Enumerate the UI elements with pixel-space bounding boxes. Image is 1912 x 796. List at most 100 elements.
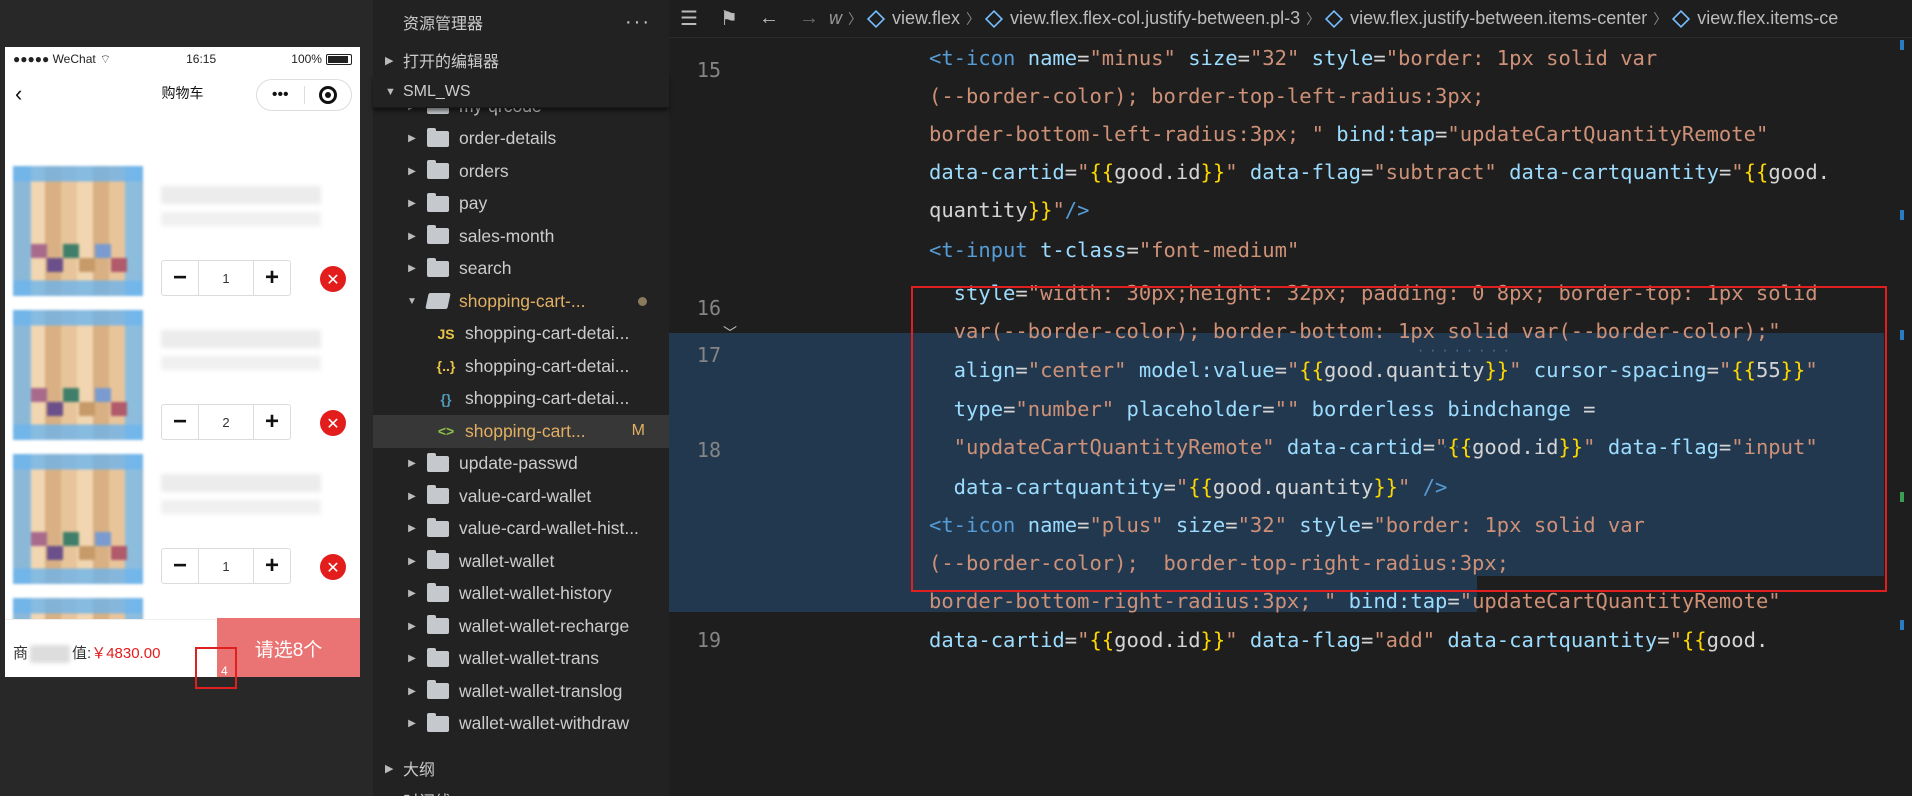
product-image[interactable] (13, 454, 143, 584)
section-label: SML_WS (403, 82, 471, 100)
code-editor: ☰ ⚑ ← → w 〉 view.flex 〉 view.flex.flex-c… (669, 0, 1912, 796)
code-line: border-bottom-left-radius:3px; " bind:ta… (929, 115, 1768, 153)
tree-item-label: orders (459, 160, 509, 181)
forward-arrow-icon[interactable]: → (789, 7, 829, 30)
code-token: "32" (1249, 46, 1300, 70)
tree-folder-item[interactable]: ▶ value-card-wallet (373, 480, 669, 513)
code-token: good.id (1114, 628, 1201, 652)
code-token: border-bottom-right-radius:3px; " (929, 589, 1337, 613)
folder-icon (427, 127, 449, 147)
file-tree: ▶ my-qrcode ▶ order-details ▶ orders ▶ pay ▶ sale… (373, 108, 669, 738)
product-image[interactable] (13, 166, 143, 296)
delete-item-button[interactable]: ✕ (320, 410, 346, 436)
code-line: data-cartid="{{good.id}}" data-flag="sub… (929, 153, 1830, 191)
tree-folder-item[interactable]: ▶ order-details (373, 123, 669, 156)
code-area[interactable]: ········ ········ 15 16 17 18 19 ﹀ <t-ic… (669, 38, 1912, 796)
breadcrumb-item[interactable]: view.flex.justify-between.items-center (1325, 8, 1647, 29)
breadcrumb: ☰ ⚑ ← → w 〉 view.flex 〉 view.flex.flex-c… (669, 0, 1912, 38)
delete-item-button[interactable]: ✕ (320, 554, 346, 580)
quantity-input[interactable]: 1 (198, 549, 254, 583)
breadcrumb-item[interactable]: view.flex (866, 8, 960, 29)
code-token: type (929, 397, 1004, 421)
tree-file-item[interactable]: {..} shopping-cart-detai... (373, 350, 669, 383)
status-carrier: ●●●●● WeChat (13, 52, 96, 66)
outline-section[interactable]: ▶ 大纲 (373, 752, 669, 784)
tree-folder-item[interactable]: ▶ search (373, 253, 669, 286)
workspace-section[interactable]: ▼ SML_WS (373, 76, 669, 108)
tree-folder-item[interactable]: ▶ wallet-wallet (373, 545, 669, 578)
product-image[interactable] (13, 310, 143, 440)
code-token: {{ (1089, 628, 1115, 652)
tree-folder-item[interactable]: ▶ wallet-wallet-trans (373, 643, 669, 676)
total-label: 商 值:￥4830.00 (13, 642, 160, 664)
chevron-right-icon: ▶ (408, 555, 416, 567)
tree-folder-item[interactable]: ▶ update-passwd (373, 448, 669, 481)
list-icon[interactable]: ☰ (669, 6, 709, 31)
tree-file-item[interactable]: JS shopping-cart-detai... (373, 318, 669, 351)
tree-folder-item[interactable]: ▶ wallet-wallet-withdraw (373, 708, 669, 739)
tree-file-item[interactable]: {} shopping-cart-detai... (373, 383, 669, 416)
cart-item: −1 + ✕ (5, 164, 360, 308)
back-arrow-icon[interactable]: ← (749, 7, 789, 30)
code-token: = (1706, 358, 1719, 382)
style-file-icon: {} (440, 390, 452, 407)
back-icon[interactable]: ‹ (15, 81, 22, 107)
chevron-right-icon: ▶ (408, 588, 416, 600)
quantity-input[interactable]: 2 (198, 405, 254, 439)
tree-folder-item[interactable]: ▶ pay (373, 188, 669, 221)
tree-folder-item[interactable]: ▶ wallet-wallet-history (373, 578, 669, 611)
plus-button[interactable]: + (254, 405, 290, 439)
code-token: data-cartquantity (1496, 160, 1719, 184)
total-suffix: 值: (72, 645, 92, 662)
code-token: "subtract" (1373, 160, 1497, 184)
code-token: " (1052, 198, 1065, 222)
breadcrumb-item[interactable]: view.flex.items-ce (1672, 8, 1838, 29)
code-token: = (1064, 160, 1078, 184)
javascript-file-icon: JS (437, 325, 455, 342)
plus-button[interactable]: + (254, 549, 290, 583)
timeline-section[interactable]: ▶时间线 (373, 784, 669, 796)
minus-button[interactable]: − (162, 405, 198, 439)
plus-button[interactable]: + (254, 261, 290, 295)
product-title (161, 186, 321, 204)
delete-item-button[interactable]: ✕ (320, 266, 346, 292)
code-token: "input" (1731, 435, 1818, 459)
element-icon (1325, 10, 1344, 29)
quantity-stepper: −2 + (161, 404, 291, 440)
breadcrumb-item[interactable]: view.flex.flex-col.justify-between.pl-3 (984, 8, 1300, 29)
fold-chevron-icon[interactable]: ﹀ (723, 323, 737, 343)
code-token: }} (1780, 358, 1806, 382)
checkout-button[interactable]: 请选8个 (217, 618, 360, 677)
tree-folder-item[interactable]: ▶ orders (373, 155, 669, 188)
folder-icon (427, 615, 449, 635)
folder-icon (425, 293, 451, 310)
minus-button[interactable]: − (162, 549, 198, 583)
minus-button[interactable]: − (162, 261, 198, 295)
tree-folder-item[interactable]: ▶ value-card-wallet-hist... (373, 513, 669, 546)
breadcrumb-partial[interactable]: w (829, 8, 842, 29)
more-actions-icon[interactable]: ··· (625, 11, 651, 34)
tree-file-item[interactable]: <> shopping-cart... M (373, 415, 669, 448)
tree-folder-item[interactable]: ▶ my-qrcode (373, 108, 669, 123)
tree-item-label: order-details (459, 128, 557, 149)
tree-folder-item[interactable]: ▼ shopping-cart-... (373, 285, 669, 318)
open-editors-section[interactable]: ▶ 打开的编辑器 (373, 44, 669, 76)
element-icon (1672, 10, 1691, 29)
code-token: {{ (1731, 358, 1756, 382)
code-token: = (1657, 628, 1670, 652)
code-token: = (1361, 160, 1374, 184)
quantity-input[interactable]: 1 (198, 261, 254, 295)
more-icon[interactable]: ••• (257, 86, 304, 104)
close-target-icon[interactable] (305, 85, 352, 104)
code-token: = (1003, 397, 1016, 421)
quantity-stepper: −1 + (161, 260, 291, 296)
code-token: "border: 1px solid var (1373, 513, 1645, 537)
code-token: "plus" (1089, 513, 1164, 537)
tree-folder-item[interactable]: ▶ wallet-wallet-translog (373, 675, 669, 708)
bookmark-icon[interactable]: ⚑ (709, 6, 749, 31)
tree-folder-item[interactable]: ▶ wallet-wallet-recharge (373, 610, 669, 643)
section-label: 打开的编辑器 (403, 54, 500, 71)
tree-item-label: pay (459, 193, 488, 214)
code-token: {{ (1447, 435, 1473, 459)
tree-folder-item[interactable]: ▶ sales-month (373, 220, 669, 253)
